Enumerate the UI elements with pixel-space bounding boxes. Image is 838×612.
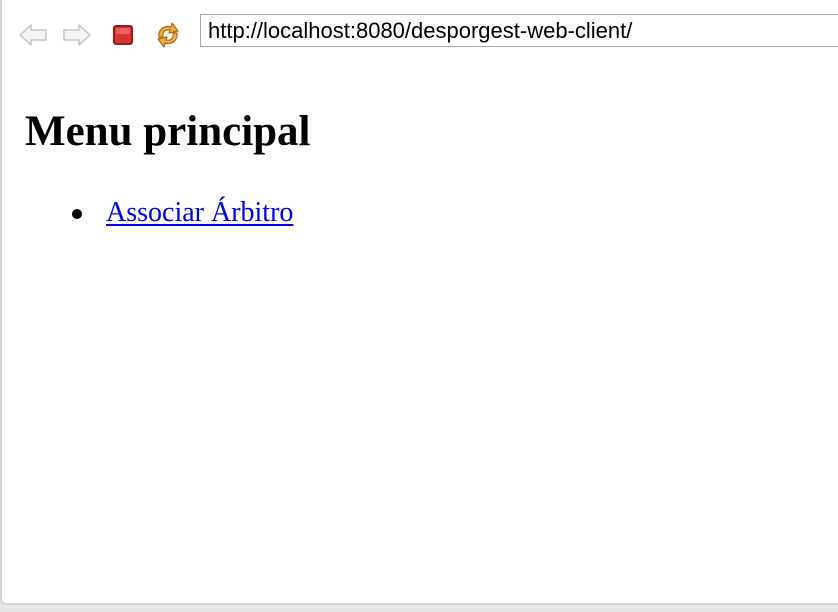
stop-button[interactable] xyxy=(108,20,138,50)
list-item: Associar Árbitro xyxy=(72,192,293,234)
refresh-button[interactable] xyxy=(153,20,183,50)
page-title: Menu principal xyxy=(25,108,311,155)
associar-arbitro-link[interactable]: Associar Árbitro xyxy=(106,197,293,228)
url-input[interactable]: http://localhost:8080/desporgest-web-cli… xyxy=(200,14,838,47)
browser-toolbar: http://localhost:8080/desporgest-web-cli… xyxy=(2,0,838,70)
bullet-icon xyxy=(72,209,82,219)
refresh-icon xyxy=(157,22,179,48)
forward-arrow-icon xyxy=(63,24,91,46)
back-arrow-icon xyxy=(19,24,47,46)
forward-button[interactable] xyxy=(62,20,92,50)
main-menu-list: Associar Árbitro xyxy=(2,192,293,234)
page-content: Menu principal Associar Árbitro xyxy=(2,70,838,600)
back-button[interactable] xyxy=(18,20,48,50)
browser-window: http://localhost:8080/desporgest-web-cli… xyxy=(0,0,838,605)
stop-icon xyxy=(113,25,133,45)
